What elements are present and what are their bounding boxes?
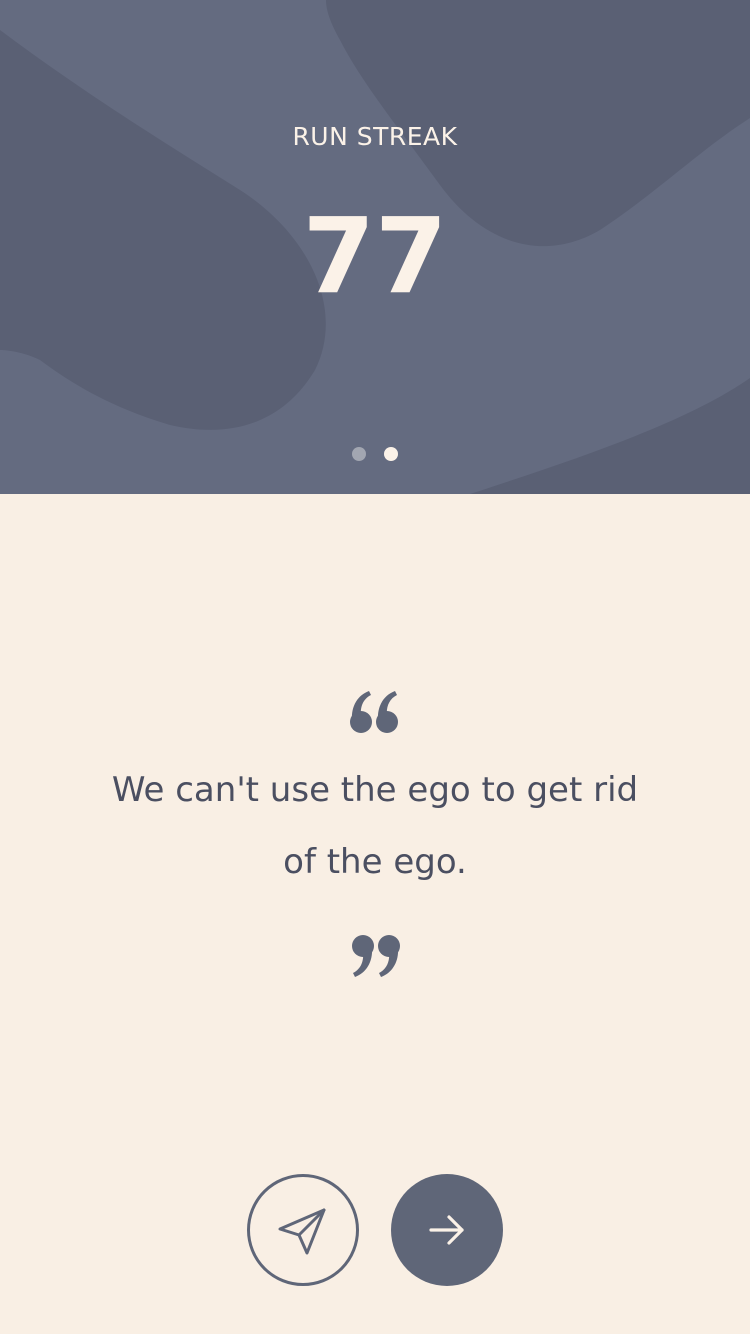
- page-indicator[interactable]: [0, 447, 750, 461]
- close-quote-icon: [0, 932, 750, 980]
- screen: RUN STREAK 77 We can't use the ego to ge…: [0, 0, 750, 1334]
- streak-count: 77: [302, 195, 448, 317]
- share-button[interactable]: [247, 1174, 359, 1286]
- next-button[interactable]: [391, 1174, 503, 1286]
- streak-label: RUN STREAK: [292, 122, 458, 151]
- page-dot-1[interactable]: [352, 447, 366, 461]
- streak-hero[interactable]: RUN STREAK 77: [0, 0, 750, 494]
- page-dot-2-active[interactable]: [384, 447, 398, 461]
- paper-plane-icon: [278, 1208, 326, 1255]
- arrow-right-icon: [429, 1215, 464, 1245]
- quote-text: We can't use the ego to get rid of the e…: [111, 770, 639, 882]
- open-quote-icon: [0, 690, 750, 738]
